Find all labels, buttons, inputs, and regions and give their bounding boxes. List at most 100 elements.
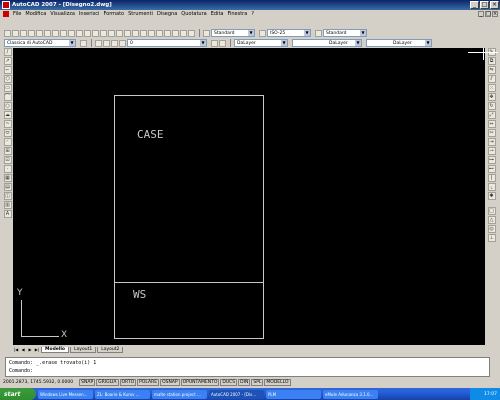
break-icon[interactable]: ⊶ <box>487 156 496 164</box>
light-bulb-icon[interactable] <box>111 39 118 47</box>
mirror-icon[interactable]: ⇋ <box>487 66 496 74</box>
next-tab-icon[interactable]: ▶ <box>27 347 33 353</box>
make-current-layer-icon[interactable] <box>211 39 218 47</box>
start-button[interactable]: start <box>0 388 36 400</box>
extend-icon[interactable]: ⇥ <box>487 138 496 146</box>
ducs-toggle[interactable]: DUCS <box>220 379 238 386</box>
lwt-toggle[interactable]: SPL <box>251 379 264 386</box>
minimize-button[interactable]: _ <box>470 1 479 9</box>
print-icon[interactable] <box>28 29 35 37</box>
new-icon[interactable] <box>4 29 11 37</box>
taskbar-item[interactable]: Windows Live Messen... <box>38 389 93 399</box>
taskbar-item[interactable]: ZL: Boarie & Kurov ... <box>95 389 150 399</box>
taskbar-item[interactable]: malte station project ... <box>152 389 207 399</box>
copy-icon[interactable] <box>60 29 67 37</box>
pan-icon[interactable] <box>108 29 115 37</box>
break-at-point-icon[interactable]: ⊸ <box>487 147 496 155</box>
otrack-toggle[interactable]: OPUNTAMENTO <box>180 379 220 386</box>
text-style-select[interactable]: Standard ▼ <box>211 29 255 37</box>
save-icon[interactable] <box>20 29 27 37</box>
open-icon[interactable] <box>12 29 19 37</box>
rotate-icon[interactable]: ↻ <box>487 102 496 110</box>
construction-line-icon[interactable]: ↗ <box>3 57 12 65</box>
move-icon[interactable]: ✥ <box>487 93 496 101</box>
taskbar-item[interactable]: eMule Adunanza 3.1.0... <box>323 389 378 399</box>
array-icon[interactable]: ⁙ <box>487 84 496 92</box>
ellipse-icon[interactable]: ⬭ <box>3 129 12 137</box>
redo-icon[interactable] <box>100 29 107 37</box>
dim-style-select[interactable]: ISO-25 ▼ <box>267 29 311 37</box>
preview-icon[interactable] <box>36 29 43 37</box>
osnap-center-icon[interactable]: ◎ <box>487 225 496 233</box>
menu-finestra[interactable]: Finestra <box>227 11 247 17</box>
doc-minimize-button[interactable]: _ <box>478 11 484 17</box>
multiline-text-icon[interactable]: A <box>3 210 12 218</box>
osnap-toggle[interactable]: OSNAP <box>160 379 180 386</box>
clock[interactable]: 17:07 <box>484 392 497 397</box>
polyline-icon[interactable]: ⌐ <box>3 66 12 74</box>
paste-icon[interactable] <box>68 29 75 37</box>
menu-inserisci[interactable]: Inserisci <box>79 11 100 17</box>
make-block-icon[interactable]: ⊡ <box>3 156 12 164</box>
workspace-select[interactable]: Classica di AutoCAD ▼ <box>4 39 76 47</box>
menu-formato[interactable]: Formato <box>103 11 124 17</box>
publish-icon[interactable] <box>44 29 51 37</box>
match-properties-icon[interactable] <box>76 29 83 37</box>
circle-icon[interactable]: ○ <box>3 102 12 110</box>
layer-state-icon[interactable] <box>103 39 110 47</box>
scale-icon[interactable]: ⤢ <box>487 111 496 119</box>
ellipse-arc-icon[interactable]: ◜ <box>3 138 12 146</box>
polygon-icon[interactable]: ⬡ <box>3 75 12 83</box>
doc-restore-button[interactable]: □ <box>485 11 491 17</box>
menu-quotatura[interactable]: Quotatura <box>181 11 206 17</box>
markup-icon[interactable] <box>172 29 179 37</box>
polar-toggle[interactable]: POLARE <box>137 379 160 386</box>
sun-icon[interactable] <box>119 39 126 47</box>
room-label-ws[interactable]: WS <box>133 288 146 301</box>
dyn-toggle[interactable]: DIN <box>238 379 251 386</box>
design-center-icon[interactable] <box>148 29 155 37</box>
taskbar-item-active[interactable]: AutoCAD 2007 - [Dis... <box>209 389 264 399</box>
cut-icon[interactable] <box>52 29 59 37</box>
zoom-realtime-icon[interactable] <box>116 29 123 37</box>
osnap-perpendicular-icon[interactable]: ⊥ <box>487 234 496 242</box>
properties-icon[interactable] <box>140 29 147 37</box>
drawing-canvas[interactable]: CASE WS Y X <box>13 48 498 345</box>
fillet-icon[interactable]: ⌞ <box>487 183 496 191</box>
hatch-icon[interactable]: ▦ <box>3 174 12 182</box>
menu-strumenti[interactable]: Strumenti <box>128 11 153 17</box>
stretch-icon[interactable]: ⇔ <box>487 120 496 128</box>
snap-toggle[interactable]: SNAP <box>79 379 96 386</box>
revision-cloud-icon[interactable]: ☁ <box>3 111 12 119</box>
tab-layout1[interactable]: Layout1 <box>70 347 97 353</box>
rectangle-icon[interactable]: ▭ <box>3 84 12 92</box>
tab-layout2[interactable]: Layout2 <box>97 347 124 353</box>
layer-previous-icon[interactable] <box>219 39 226 47</box>
explode-icon[interactable]: ✱ <box>487 192 496 200</box>
layer-manager-icon[interactable] <box>95 39 102 47</box>
command-prompt[interactable]: Comando: <box>9 367 486 375</box>
room-divider-line[interactable] <box>114 282 264 283</box>
help-icon[interactable] <box>188 29 195 37</box>
undo-icon[interactable] <box>92 29 99 37</box>
layer-select[interactable]: 0 ▼ <box>127 39 207 47</box>
menu-visualizza[interactable]: Visualizza <box>50 11 75 17</box>
point-icon[interactable]: · <box>3 165 12 173</box>
previous-tab-icon[interactable]: ◀ <box>20 347 26 353</box>
menu-disegna[interactable]: Disegna <box>157 11 177 17</box>
sheet-set-icon[interactable] <box>164 29 171 37</box>
insert-block-icon[interactable]: ⊞ <box>3 147 12 155</box>
line-icon[interactable]: / <box>3 48 12 56</box>
coordinate-readout[interactable]: 2001.2873, 1745.5932, 0.0000 <box>3 380 73 385</box>
menu-modifica[interactable]: Modifica <box>25 11 46 17</box>
command-line[interactable]: Comando: _.erase trovato(i) 1 Comando: <box>5 357 490 377</box>
copy-object-icon[interactable]: ⧉ <box>487 57 496 65</box>
grid-toggle[interactable]: GRIGLIA <box>96 379 119 386</box>
color-select[interactable]: DaLayer ▼ <box>234 39 288 47</box>
tool-palettes-icon[interactable] <box>156 29 163 37</box>
close-button[interactable]: × <box>490 1 499 9</box>
tab-modello[interactable]: Modello <box>41 347 70 353</box>
chamfer-icon[interactable]: ⌊ <box>487 174 496 182</box>
menu-help[interactable]: ? <box>251 11 254 17</box>
table-style-select[interactable]: Standard ▼ <box>323 29 367 37</box>
